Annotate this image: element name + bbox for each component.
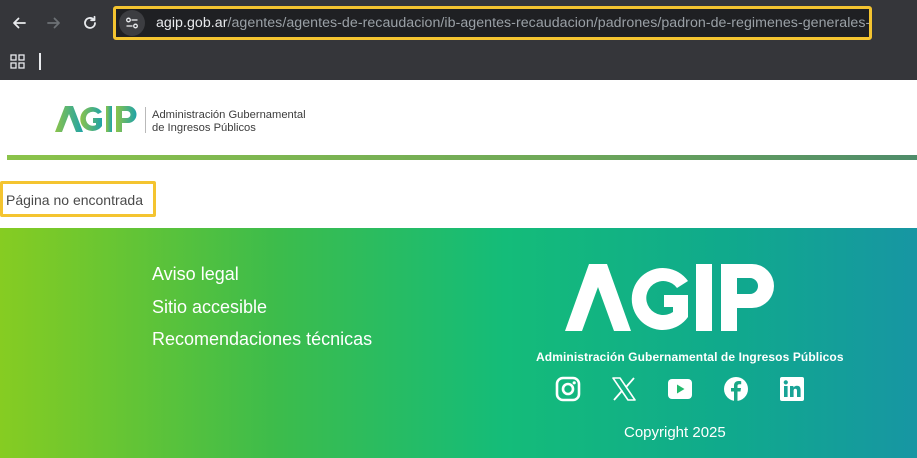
url-path: /agentes/agentes-de-recaudacion/ib-agent… <box>227 15 870 31</box>
instagram-icon[interactable] <box>555 376 583 404</box>
site-footer: Aviso legal Sitio accesible Recomendacio… <box>0 228 917 458</box>
url-text[interactable]: agip.gob.ar/agentes/agentes-de-recaudaci… <box>156 15 869 31</box>
back-arrow-icon[interactable] <box>7 11 31 35</box>
footer-links: Aviso legal Sitio accesible Recomendacio… <box>152 263 372 361</box>
copyright-text: Copyright 2025 <box>624 424 726 441</box>
reload-icon[interactable] <box>78 11 102 35</box>
logo-subtitle-line-2: de Ingresos Públicos <box>152 121 256 134</box>
logo-subtitle-line-1: Administración Gubernamental <box>152 109 306 121</box>
url-host: agip.gob.ar <box>155 15 228 31</box>
site-info-icon[interactable] <box>119 10 145 36</box>
footer-agip-logo <box>565 261 797 338</box>
footer-link-sitio-accesible[interactable]: Sitio accesible <box>152 296 372 329</box>
page-not-found-message: Página no encontrada <box>6 192 143 208</box>
footer-link-aviso-legal[interactable]: Aviso legal <box>152 263 372 296</box>
facebook-icon[interactable] <box>723 376 751 404</box>
x-icon[interactable] <box>611 376 639 404</box>
agip-logo[interactable] <box>55 104 139 139</box>
text-cursor <box>39 53 41 70</box>
footer-logo-subtitle: Administración Gubernamental de Ingresos… <box>536 350 844 364</box>
logo-subtitle: Administración Gubernamental de Ingresos… <box>152 109 306 134</box>
browser-toolbar: agip.gob.ar/agentes/agentes-de-recaudaci… <box>0 0 917 46</box>
forward-arrow-icon[interactable] <box>42 11 66 35</box>
header-gradient-line <box>7 155 917 160</box>
bookmarks-bar <box>0 46 917 80</box>
apps-grid-icon[interactable] <box>10 54 25 74</box>
youtube-icon[interactable] <box>667 376 695 404</box>
footer-link-recomendaciones[interactable]: Recomendaciones técnicas <box>152 328 372 361</box>
linkedin-icon[interactable] <box>779 376 807 404</box>
site-header: Administración Gubernamental de Ingresos… <box>0 80 917 158</box>
address-bar[interactable]: agip.gob.ar/agentes/agentes-de-recaudaci… <box>113 6 872 40</box>
logo-divider <box>145 107 146 133</box>
